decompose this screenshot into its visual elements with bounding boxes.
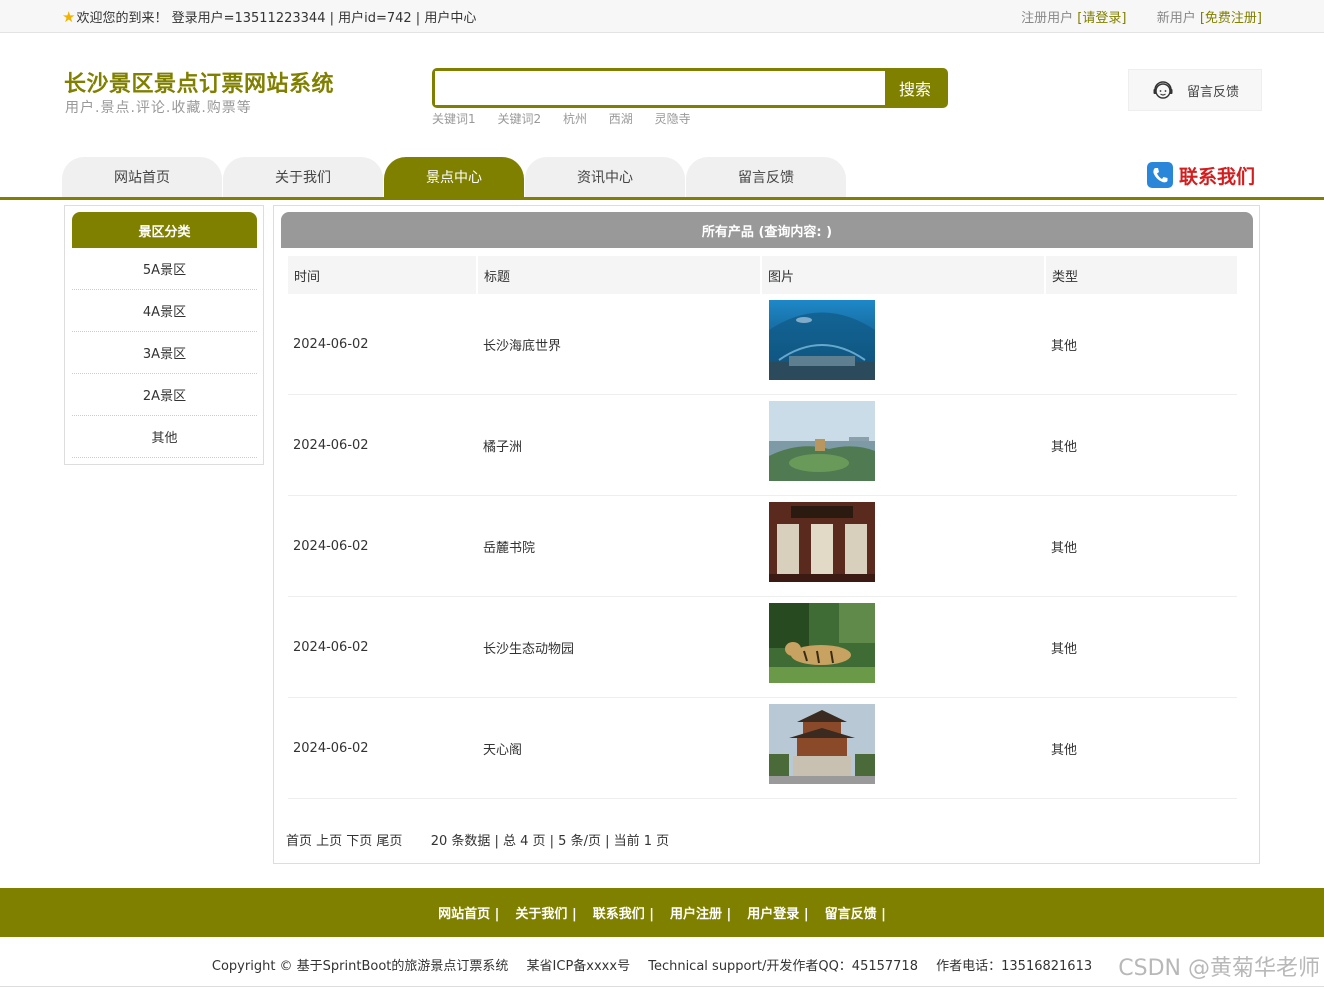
row-time: 2024-06-02 (293, 740, 369, 756)
welcome-area: ★ 欢迎您的到来！ 登录用户=13511223344 | 用户id=742 | … (62, 7, 476, 27)
row-title[interactable]: 天心阁 (483, 698, 522, 798)
island-image[interactable] (769, 401, 875, 481)
table-header: 时间 标题 图片 类型 (288, 256, 1237, 294)
column-header-time: 时间 (288, 256, 476, 294)
row-time: 2024-06-02 (293, 336, 369, 352)
divider (0, 986, 1324, 987)
register-user-text: 注册用户 (1021, 11, 1074, 26)
column-header-title: 标题 (478, 256, 760, 294)
keyword-link[interactable]: 西湖 (609, 112, 633, 126)
column-header-type: 类型 (1046, 256, 1237, 294)
tab-about[interactable]: 关于我们 (223, 157, 383, 197)
sidebar-item-other[interactable]: 其他 (72, 416, 257, 458)
top-bar: ★ 欢迎您的到来！ 登录用户=13511223344 | 用户id=742 | … (0, 0, 1324, 33)
row-time: 2024-06-02 (293, 538, 369, 554)
phone-text: 作者电话：13516821613 (936, 959, 1093, 974)
pagination: 首页 上页 下页 尾页 20 条数据 | 总 4 页 | 5 条/页 | 当前 … (286, 830, 669, 849)
footer-nav: 网站首页 | 关于我们 | 联系我们 | 用户注册 | 用户登录 | 留言反馈 … (0, 888, 1324, 937)
footer-link-feedback[interactable]: 留言反馈 | (825, 903, 886, 922)
column-header-image: 图片 (762, 256, 1044, 294)
sidebar-item-5a[interactable]: 5A景区 (72, 248, 257, 290)
panel-title: 所有产品 (查询内容: ) (281, 212, 1253, 248)
free-register-link[interactable]: [免费注册] (1200, 11, 1262, 26)
support-text: Technical support/开发作者QQ：45157718 (648, 959, 918, 974)
search-bar: 搜索 (432, 68, 948, 108)
feedback-button[interactable]: 留言反馈 (1128, 69, 1262, 111)
footer-link-register[interactable]: 用户注册 | (670, 903, 731, 922)
pager-info: 20 条数据 | 总 4 页 | 5 条/页 | 当前 1 页 (430, 834, 670, 849)
table-row: 2024-06-02 橘子洲 其他 (288, 395, 1237, 496)
sidebar-item-3a[interactable]: 3A景区 (72, 332, 257, 374)
table-row: 2024-06-02 长沙生态动物园 其他 (288, 597, 1237, 698)
star-icon: ★ (62, 7, 76, 26)
headset-icon (1153, 81, 1173, 99)
tab-attractions[interactable]: 景点中心 (384, 157, 524, 197)
footer-link-login[interactable]: 用户登录 | (747, 903, 808, 922)
footer-link-contact[interactable]: 联系我们 | (593, 903, 654, 922)
row-type: 其他 (1051, 742, 1078, 758)
table-row: 2024-06-02 长沙海底世界 其他 (288, 294, 1237, 395)
keyword-link[interactable]: 灵隐寺 (655, 112, 691, 126)
row-type: 其他 (1051, 338, 1078, 354)
tab-feedback[interactable]: 留言反馈 (686, 157, 846, 197)
row-type: 其他 (1051, 641, 1078, 657)
row-type: 其他 (1051, 540, 1078, 556)
contact-us-link[interactable]: 联系我们 (1146, 161, 1255, 189)
aquarium-image[interactable] (769, 300, 875, 380)
row-type: 其他 (1051, 439, 1078, 455)
row-time: 2024-06-02 (293, 639, 369, 655)
row-title[interactable]: 岳麓书院 (483, 496, 535, 596)
icp-text: 某省ICP备xxxx号 (526, 959, 631, 974)
table-row: 2024-06-02 天心阁 其他 (288, 698, 1237, 799)
table-row: 2024-06-02 岳麓书院 其他 (288, 496, 1237, 597)
phone-icon (1147, 162, 1173, 188)
row-title[interactable]: 长沙海底世界 (483, 294, 561, 394)
sidebar-item-4a[interactable]: 4A景区 (72, 290, 257, 332)
keyword-link[interactable]: 关键词1 (432, 112, 476, 126)
product-panel: 所有产品 (查询内容: ) 时间 标题 图片 类型 2024-06-02 长沙海… (273, 205, 1260, 864)
footer-link-home[interactable]: 网站首页 | (438, 903, 499, 922)
main-nav: 网站首页 关于我们 景点中心 资讯中心 留言反馈 (0, 155, 1324, 200)
tab-home[interactable]: 网站首页 (62, 157, 222, 197)
site-title[interactable]: 长沙景区景点订票网站系统 (64, 66, 334, 98)
feedback-label: 留言反馈 (1186, 84, 1239, 100)
footer-link-about[interactable]: 关于我们 | (515, 903, 576, 922)
keyword-list: 关键词1 关键词2 杭州 西湖 灵隐寺 (432, 110, 709, 127)
auth-links: 注册用户 [请登录] 新用户 [免费注册] (1021, 7, 1262, 26)
pager-links[interactable]: 首页 上页 下页 尾页 (286, 834, 402, 849)
row-time: 2024-06-02 (293, 437, 369, 453)
search-input[interactable] (435, 71, 885, 105)
academy-image[interactable] (769, 502, 875, 582)
watermark: CSDN @黄菊华老师 (1118, 956, 1320, 981)
search-button[interactable]: 搜索 (885, 71, 945, 105)
contact-us-label: 联系我们 (1179, 165, 1256, 188)
new-user-text: 新用户 (1156, 11, 1196, 26)
row-title[interactable]: 长沙生态动物园 (483, 597, 574, 697)
category-sidebar: 景区分类 5A景区 4A景区 3A景区 2A景区 其他 (64, 205, 264, 465)
login-link[interactable]: [请登录] (1077, 11, 1126, 26)
sidebar-title: 景区分类 (72, 212, 257, 248)
keyword-link[interactable]: 杭州 (563, 112, 587, 126)
tiger-image[interactable] (769, 603, 875, 683)
copyright-text: Copyright © 基于SprintBoot的旅游景点订票系统 (211, 959, 509, 974)
sidebar-item-2a[interactable]: 2A景区 (72, 374, 257, 416)
tab-news[interactable]: 资讯中心 (525, 157, 685, 197)
pavilion-image[interactable] (769, 704, 875, 784)
site-subtitle: 用户.景点.评论.收藏.购票等 (65, 100, 252, 116)
keyword-link[interactable]: 关键词2 (497, 112, 541, 126)
welcome-text[interactable]: 欢迎您的到来！ 登录用户=13511223344 | 用户id=742 | 用户… (76, 7, 476, 26)
row-title[interactable]: 橘子洲 (483, 395, 522, 495)
